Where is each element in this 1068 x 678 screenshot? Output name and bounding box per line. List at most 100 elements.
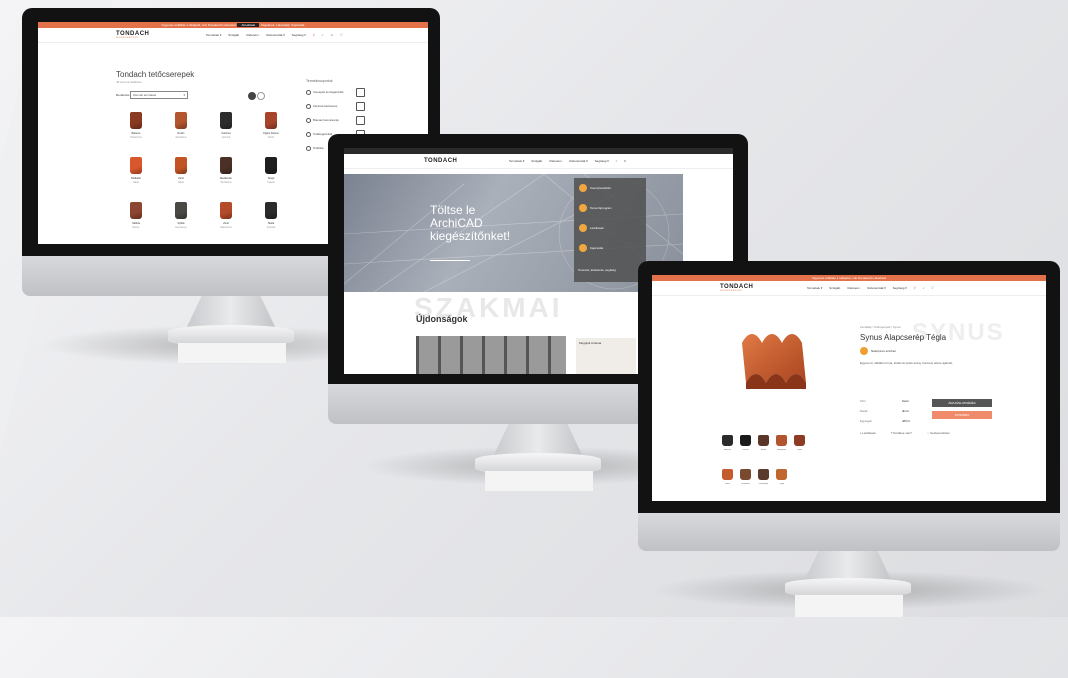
nav-item[interactable]: Szolgált. [829,286,841,290]
heart-icon[interactable]: ♡ [927,431,930,435]
nav-item[interactable]: Szolgált. [531,159,543,163]
nav-item[interactable]: Referenc. [247,33,260,37]
search-icon[interactable]: ⌕ [923,286,925,290]
nav-item[interactable]: Referenciák ▾ [569,159,587,163]
cart-icon[interactable]: ⚲ [313,33,315,37]
product-tile-image[interactable] [175,202,187,219]
sidebar-item[interactable]: Kerámia tetőcserép [313,104,351,108]
nav-menu: Termékek ▾ Szolgált. Referenc. Referenci… [509,159,632,163]
hero-underline [430,260,470,261]
nav-item[interactable]: Szolgált. [228,33,240,37]
category-thumbnail[interactable] [356,116,365,125]
panel-item-label[interactable]: Tervezőprogram [590,206,612,210]
product-tile-image[interactable] [265,157,277,174]
sidebar-item[interactable]: Cserepek és kiegészítők [313,90,351,94]
top-bar-link[interactable]: Cégeknek [261,23,275,27]
grid-view-icon[interactable] [248,92,256,100]
news-card[interactable]: Megújult Ardesia [576,338,636,374]
sort-select[interactable]: Kiemelt termékek ▾ [130,91,188,99]
nav-item[interactable]: Termékek ▾ [206,33,221,37]
category-thumbnail[interactable] [356,102,365,111]
product-tile-name[interactable]: Sybille [168,222,194,225]
user-icon[interactable]: ☺ [330,33,333,37]
category-thumbnail[interactable] [356,88,365,97]
product-tile-name[interactable]: Stella [258,222,284,225]
product-tile-image[interactable] [130,157,142,174]
product-tile-name[interactable]: Tangó [258,177,284,180]
product-tile-name[interactable]: Hódfarkú [123,177,149,180]
product-tile-image[interactable] [130,202,142,219]
list-view-icon[interactable] [256,92,265,100]
product-tile-name[interactable]: Sabbia [123,222,149,225]
logo[interactable]: TONDACH [424,158,457,164]
add-to-cart-button[interactable]: KOSÁRBA [932,411,992,419]
breadcrumb[interactable]: Kezdőlap / Tetőcserepek / Synus [860,325,901,329]
color-swatch[interactable] [740,435,751,446]
nav-item[interactable]: Termékek ▾ [509,159,524,163]
nav-item[interactable]: Referenciák ▾ [266,33,284,37]
color-swatch[interactable] [776,469,787,480]
product-tile-image[interactable] [220,112,232,129]
product-tile-name[interactable]: Figaro Deluxe [258,132,284,135]
nav-item[interactable]: Referenciák ▾ [867,286,885,290]
search-icon[interactable]: ⌕ [616,159,618,163]
logo[interactable]: TONDACH WIENERBERGER [116,31,149,39]
product-tile-color: Rézbarna [175,136,187,139]
option-value[interactable]: db/m² [902,409,909,413]
action-links: ⤓ Letöltések ? Kérdése van? ♡ Kedvencekh… [860,431,950,435]
action-link[interactable]: Kedvencekhez [930,431,950,435]
nav-item[interactable]: Segítség ▾ [292,33,306,37]
product-tile-image[interactable] [265,112,277,129]
view-toggle[interactable] [248,92,265,100]
search-icon[interactable]: ⌕ [322,33,324,37]
product-tile-image[interactable] [265,202,277,219]
product-tile-image[interactable] [175,157,187,174]
nav-item[interactable]: Referenc. [848,286,861,290]
color-swatch[interactable] [722,469,733,480]
product-image[interactable] [732,323,822,403]
product-tile-image[interactable] [220,157,232,174]
action-link[interactable]: Kérdése van? [893,431,912,435]
color-swatch[interactable] [794,435,805,446]
category-icon [306,90,311,95]
quote-button[interactable]: ÁRAJÁNLATKÉRÉS [932,399,992,407]
product-tile-name[interactable]: Zenit [213,222,239,225]
option-value[interactable]: Natúr [902,399,909,403]
top-bar-link[interactable]: Kapcsolat [291,23,304,27]
panel-item-icon [579,184,587,192]
product-tile-name[interactable]: Mediterrán [213,177,239,180]
product-tile-color: Fekete [267,181,275,184]
product-tile-color: Natúr [177,181,185,184]
color-swatch[interactable] [758,469,769,480]
nav-item[interactable]: Referenc. [550,159,563,163]
color-swatch[interactable] [740,469,751,480]
action-link[interactable]: Letöltések [862,431,876,435]
product-tile-image[interactable] [175,112,187,129]
sidebar-item[interactable]: Bramac betoncserép [313,118,351,122]
panel-item-label[interactable]: Letöltések [590,226,604,230]
product-tile-name[interactable]: Balance [123,132,149,135]
cart-icon[interactable]: ⚲ [914,286,916,290]
product-tile-name[interactable]: Carisma [213,132,239,135]
color-swatch[interactable] [722,435,733,446]
product-tile-color: Gesztenye [175,226,187,229]
product-tile-name[interactable]: Rustic [168,132,194,135]
nav-bar: TONDACH WIENERBERGER Termékek ▾ Szolgált.… [652,281,1046,296]
panel-item-label[interactable]: Kapcsolat [590,246,603,250]
nav-item[interactable]: Termékek ▾ [807,286,822,290]
news-image[interactable] [416,336,566,374]
top-bar-link[interactable]: Lakossági [276,23,290,27]
top-bar-selected-link[interactable]: Aktuálisak [237,23,260,27]
logo[interactable]: TONDACH WIENERBERGER [720,284,753,292]
panel-item-label[interactable]: Cserépvarázsló [590,186,611,190]
product-tile-name[interactable]: Zenit [168,177,194,180]
option-value[interactable]: 489 Ft [902,419,910,423]
product-tile-image[interactable] [130,112,142,129]
nav-item[interactable]: Segítség ▾ [893,286,907,290]
color-swatch[interactable] [758,435,769,446]
nav-menu: Termékek ▾ Szolgált. Referenc. Referenci… [807,286,939,290]
nav-item[interactable]: Segítség ▾ [595,159,609,163]
menu-icon[interactable]: ≡ [624,159,626,163]
color-swatch[interactable] [776,435,787,446]
product-tile-image[interactable] [220,202,232,219]
